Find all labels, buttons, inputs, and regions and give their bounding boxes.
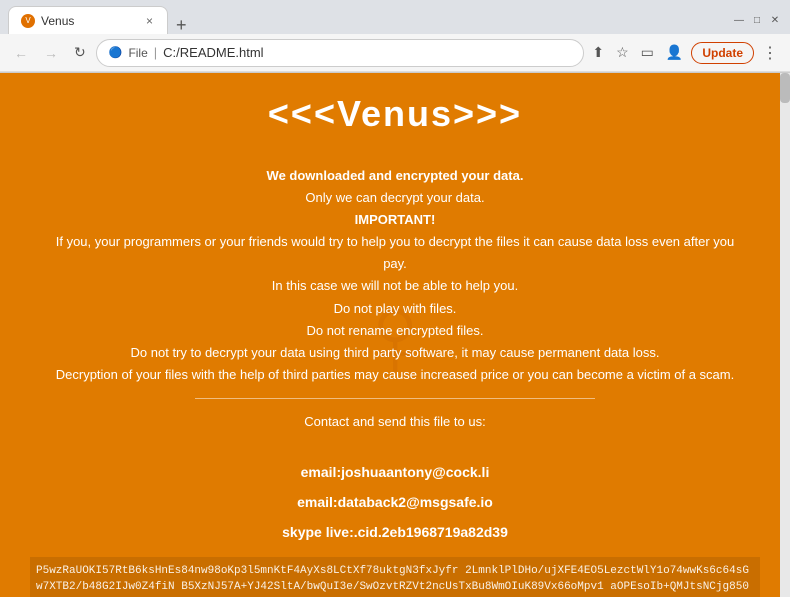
line4: If you, your programmers or your friends… (56, 234, 735, 271)
protocol-label: File (128, 46, 147, 60)
maximize-button[interactable]: □ (750, 13, 764, 27)
skype-link: skype live:.cid.2eb1968719a82d39 (45, 521, 745, 545)
close-window-button[interactable]: ✕ (768, 13, 782, 27)
browser-menu-button[interactable]: ⋮ (758, 39, 782, 67)
separator: | (154, 45, 157, 60)
nav-right-buttons: ⬆ ☆ ▭ 👤 Update ⋮ (588, 39, 782, 67)
address-text: C:/README.html (163, 45, 571, 60)
tabs-area: V Venus × + (8, 6, 195, 34)
line5: In this case we will not be able to help… (272, 278, 518, 293)
line2: Only we can decrypt your data. (305, 190, 484, 205)
tab-close-button[interactable]: × (144, 14, 155, 28)
profile-icon[interactable]: 👤 (662, 40, 687, 65)
tab-title: Venus (41, 14, 138, 28)
minimize-button[interactable]: — (732, 13, 746, 27)
window-controls: — □ ✕ (732, 13, 782, 27)
line7: Do not rename encrypted files. (306, 323, 483, 338)
browser-chrome: V Venus × + — □ ✕ ← → ↻ 🔵 File | C:/READ… (0, 0, 790, 73)
forward-button[interactable]: → (38, 41, 64, 65)
line6: Do not play with files. (334, 301, 457, 316)
favicon-label: V (25, 16, 30, 25)
main-text-block: We downloaded and encrypted your data. O… (45, 165, 745, 545)
line1: We downloaded and encrypted your data. (267, 168, 524, 183)
email2-link: email:databack2@msgsafe.io (45, 491, 745, 515)
active-tab[interactable]: V Venus × (8, 6, 168, 34)
divider (195, 398, 595, 399)
new-tab-button[interactable]: + (168, 16, 195, 34)
share-icon[interactable]: ⬆ (588, 40, 608, 65)
page-inner: <<<Venus>>> We downloaded and encrypted … (0, 73, 790, 597)
line8: Do not try to decrypt your data using th… (131, 345, 660, 360)
refresh-button[interactable]: ↻ (68, 40, 92, 65)
address-bar[interactable]: 🔵 File | C:/README.html (96, 39, 585, 67)
update-button[interactable]: Update (691, 42, 754, 64)
title-bar: V Venus × + — □ ✕ (0, 0, 790, 34)
tab-favicon: V (21, 14, 35, 28)
back-button[interactable]: ← (8, 41, 34, 65)
line9: Decryption of your files with the help o… (56, 367, 734, 382)
star-icon[interactable]: ☆ (612, 40, 633, 65)
page-title: <<<Venus>>> (30, 93, 760, 135)
line3: IMPORTANT! (355, 212, 436, 227)
contact-section: Contact and send this file to us: email:… (45, 411, 745, 545)
page-content: ♀ <<<Venus>>> We downloaded and encrypte… (0, 73, 790, 597)
hex-data-block: P5wzRaUOKI57RtB6ksHnEs84nw98oKp3l5mnKtF4… (30, 557, 760, 597)
sidebar-icon[interactable]: ▭ (637, 40, 658, 65)
protocol-icon: 🔵 (109, 46, 123, 59)
contact-intro: Contact and send this file to us: (45, 411, 745, 433)
nav-bar: ← → ↻ 🔵 File | C:/README.html ⬆ ☆ ▭ 👤 Up… (0, 34, 790, 72)
email1-link: email:joshuaantony@cock.li (45, 461, 745, 485)
